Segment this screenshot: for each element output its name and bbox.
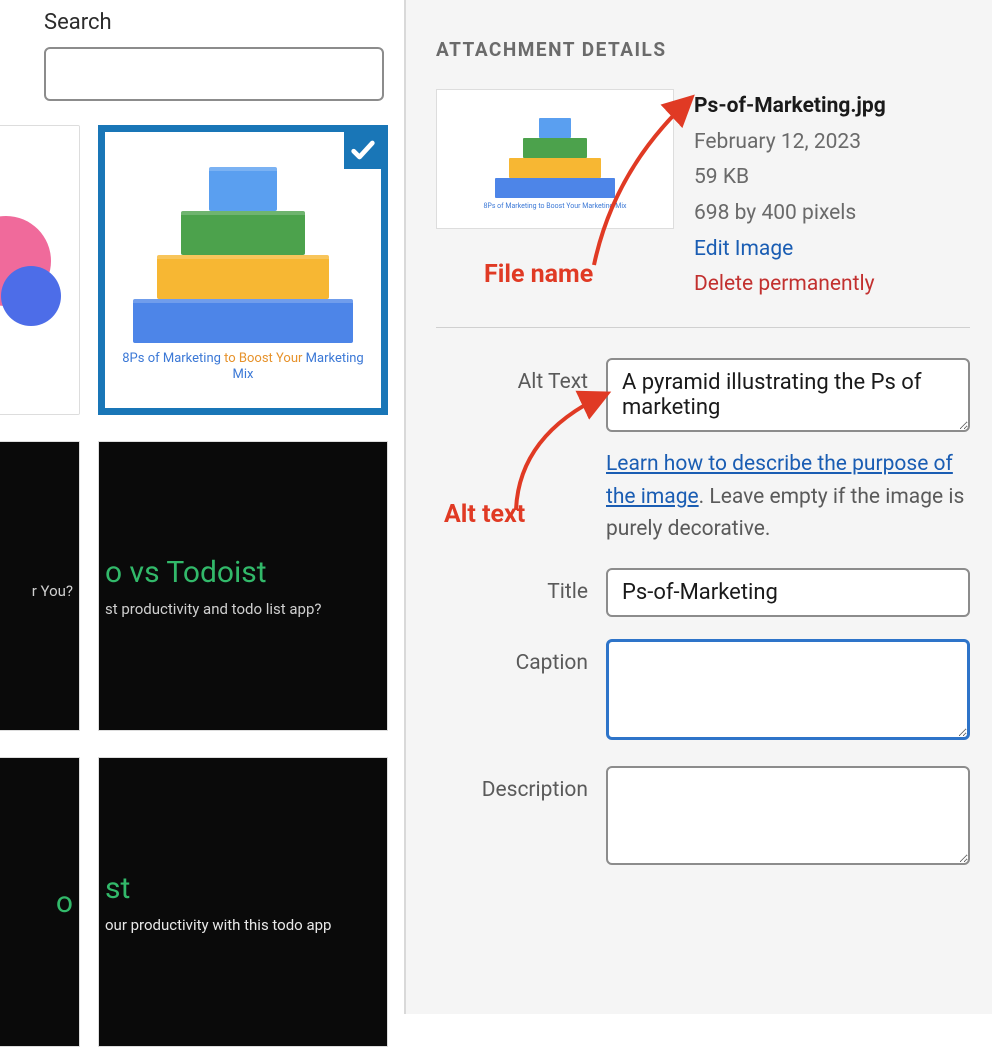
title-label: Title xyxy=(436,568,606,604)
title-input[interactable] xyxy=(606,568,970,617)
caption-label: Caption xyxy=(436,639,606,675)
selected-check-icon xyxy=(341,128,385,172)
attachment-preview: 8Ps of Marketing to Boost Your Marketing… xyxy=(436,89,674,229)
media-thumbnail-5[interactable]: o xyxy=(0,757,80,1047)
alt-text-input[interactable] xyxy=(606,358,970,432)
alt-text-help: Learn how to describe the purpose of the… xyxy=(606,448,970,546)
media-thumbnail-6[interactable]: st our productivity with this todo app xyxy=(98,757,388,1047)
section-header: ATTACHMENT DETAILS xyxy=(436,38,970,61)
attachment-filename: Ps-of-Marketing.jpg xyxy=(694,89,970,125)
media-thumbnail-1[interactable]: ♥ xyxy=(0,125,80,415)
alt-text-label: Alt Text xyxy=(436,358,606,394)
attachment-filesize: 59 KB xyxy=(694,160,970,196)
edit-image-link[interactable]: Edit Image xyxy=(694,232,970,268)
search-label: Search xyxy=(44,10,404,35)
media-thumbnail-3[interactable]: r You? xyxy=(0,441,80,731)
attachment-details-panel: ATTACHMENT DETAILS 8Ps of Marketing to B… xyxy=(404,0,992,1014)
pyramid-graphic xyxy=(133,153,353,343)
attachment-dimensions: 698 by 400 pixels xyxy=(694,196,970,232)
media-thumbnail-4[interactable]: o vs Todoist st productivity and todo li… xyxy=(98,441,388,731)
caption-input[interactable] xyxy=(606,639,970,740)
description-input[interactable] xyxy=(606,766,970,865)
search-input[interactable] xyxy=(44,47,384,101)
thumbnail-caption: 8Ps of Marketing to Boost Your Marketing… xyxy=(115,351,371,382)
attachment-date: February 12, 2023 xyxy=(694,125,970,161)
media-thumbnail-selected[interactable]: 8Ps of Marketing to Boost Your Marketing… xyxy=(98,125,388,415)
delete-permanently-link[interactable]: Delete permanently xyxy=(694,267,970,303)
media-library-panel: Search ♥ xyxy=(0,0,404,1014)
description-label: Description xyxy=(436,766,606,802)
